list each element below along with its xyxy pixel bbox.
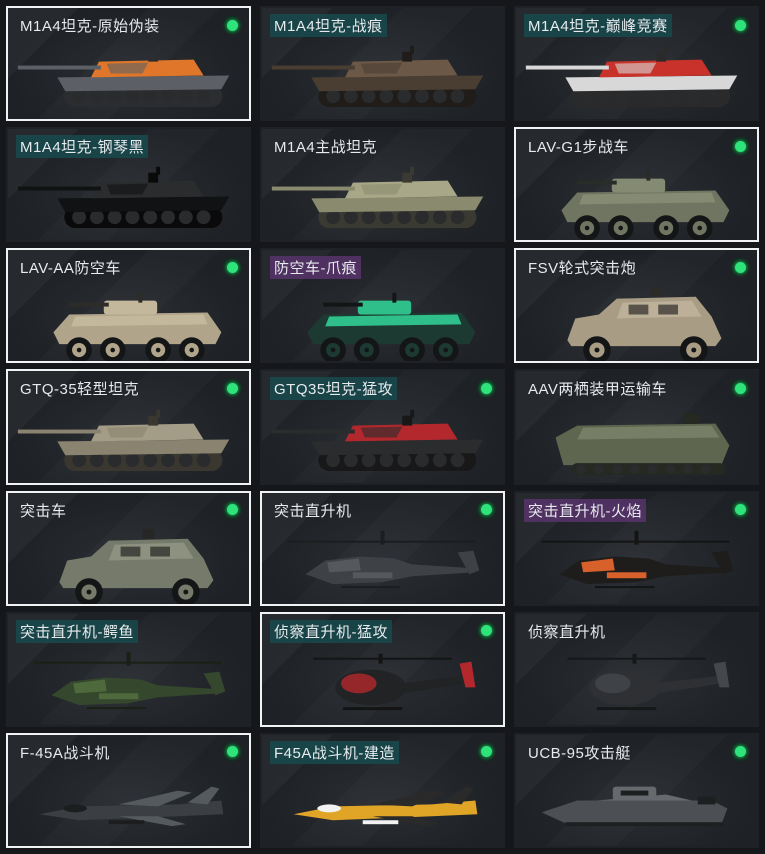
vehicle-card[interactable]: 突击车 <box>6 490 251 606</box>
vehicle-card[interactable]: FSV轮式突击炮 <box>514 248 759 364</box>
vehicle-skin-grid: M1A4坦克-原始伪装 M1A4坦克-战痕 M1A4坦克-巅峰竞赛 M1A4坦克… <box>0 0 765 854</box>
vehicle-card[interactable]: M1A4主战坦克 <box>260 127 505 243</box>
vehicle-card[interactable]: LAV-AA防空车 <box>6 248 251 364</box>
vehicle-card[interactable]: GTQ-35轻型坦克 <box>6 369 251 485</box>
vehicle-card[interactable]: M1A4坦克-战痕 <box>260 6 505 122</box>
vehicle-card[interactable]: GTQ35坦克-猛攻 <box>260 369 505 485</box>
vehicle-card[interactable]: F45A战斗机-建造 <box>260 732 505 848</box>
vehicle-card[interactable]: M1A4坦克-钢琴黑 <box>6 127 251 243</box>
vehicle-card[interactable]: 突击直升机 <box>260 490 505 606</box>
vehicle-card[interactable]: 侦察直升机-猛攻 <box>260 611 505 727</box>
vehicle-card[interactable]: 侦察直升机 <box>514 611 759 727</box>
vehicle-card[interactable]: F-45A战斗机 <box>6 732 251 848</box>
vehicle-card[interactable]: LAV-G1步战车 <box>514 127 759 243</box>
vehicle-card[interactable]: AAV两栖装甲运输车 <box>514 369 759 485</box>
vehicle-card[interactable]: 防空车-爪痕 <box>260 248 505 364</box>
vehicle-card[interactable]: 突击直升机-火焰 <box>514 490 759 606</box>
vehicle-card[interactable]: M1A4坦克-原始伪装 <box>6 6 251 122</box>
vehicle-card[interactable]: UCB-95攻击艇 <box>514 732 759 848</box>
vehicle-card[interactable]: 突击直升机-鳄鱼 <box>6 611 251 727</box>
vehicle-card[interactable]: M1A4坦克-巅峰竞赛 <box>514 6 759 122</box>
